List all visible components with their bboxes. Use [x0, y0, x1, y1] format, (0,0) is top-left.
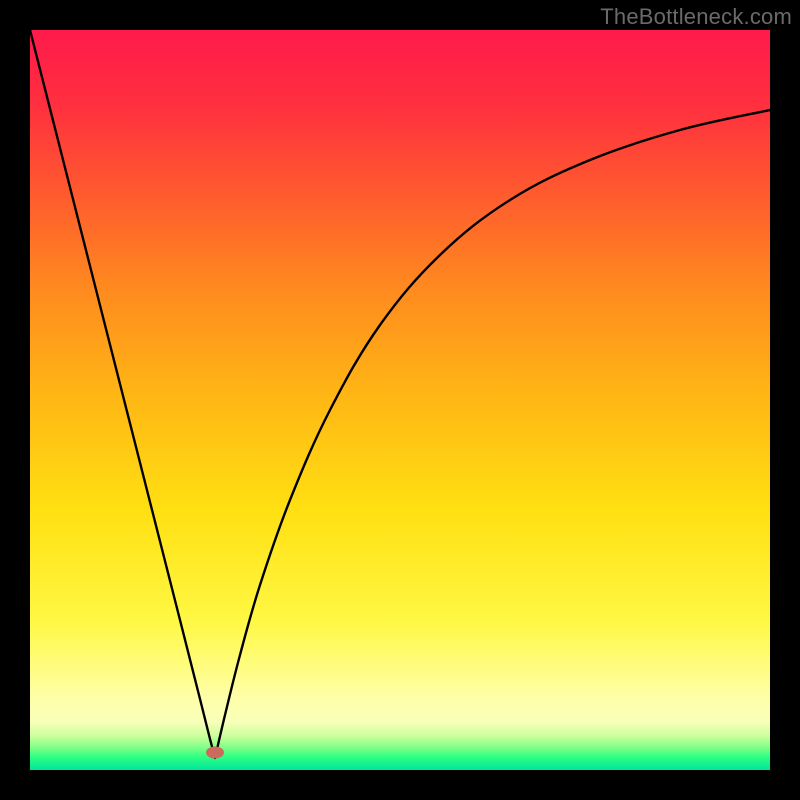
gradient-background: [30, 30, 770, 770]
bottleneck-chart: [30, 30, 770, 770]
watermark-text: TheBottleneck.com: [600, 4, 792, 30]
chart-frame: TheBottleneck.com: [0, 0, 800, 800]
minimum-marker: [206, 747, 224, 759]
